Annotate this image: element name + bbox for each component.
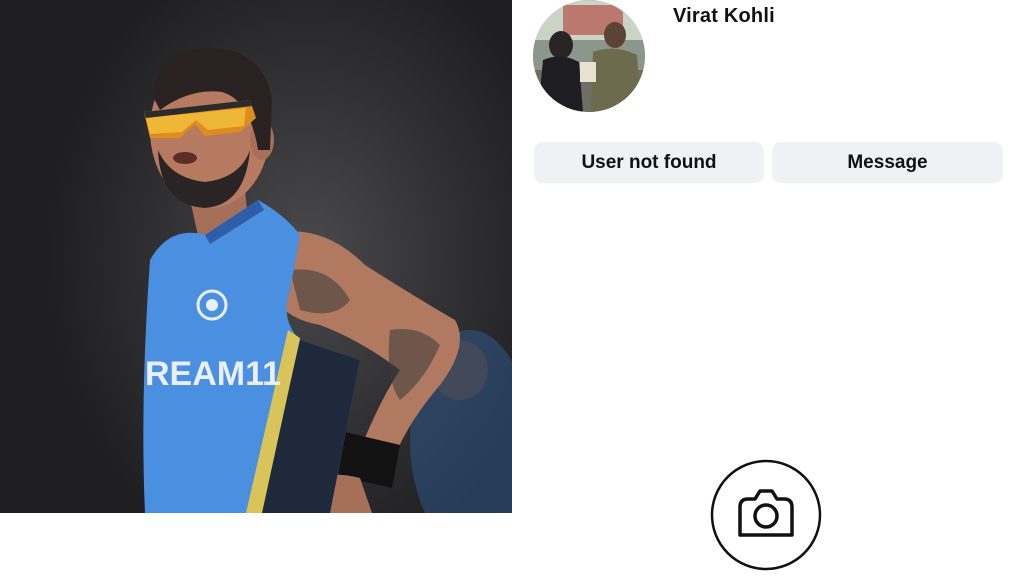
profile-username: Virat Kohli [673, 5, 775, 27]
jersey-text: REAM11 [145, 355, 281, 393]
player-illustration: REAM11 [143, 47, 512, 513]
avatar-photo-icon [533, 0, 645, 112]
avatar[interactable] [533, 0, 645, 112]
profile-panel: Virat Kohli User not found Message [514, 0, 1024, 571]
message-button[interactable]: Message [772, 142, 1003, 183]
user-not-found-button[interactable]: User not found [534, 142, 764, 183]
player-photo: REAM11 [0, 0, 512, 513]
camera-icon[interactable] [710, 459, 822, 571]
